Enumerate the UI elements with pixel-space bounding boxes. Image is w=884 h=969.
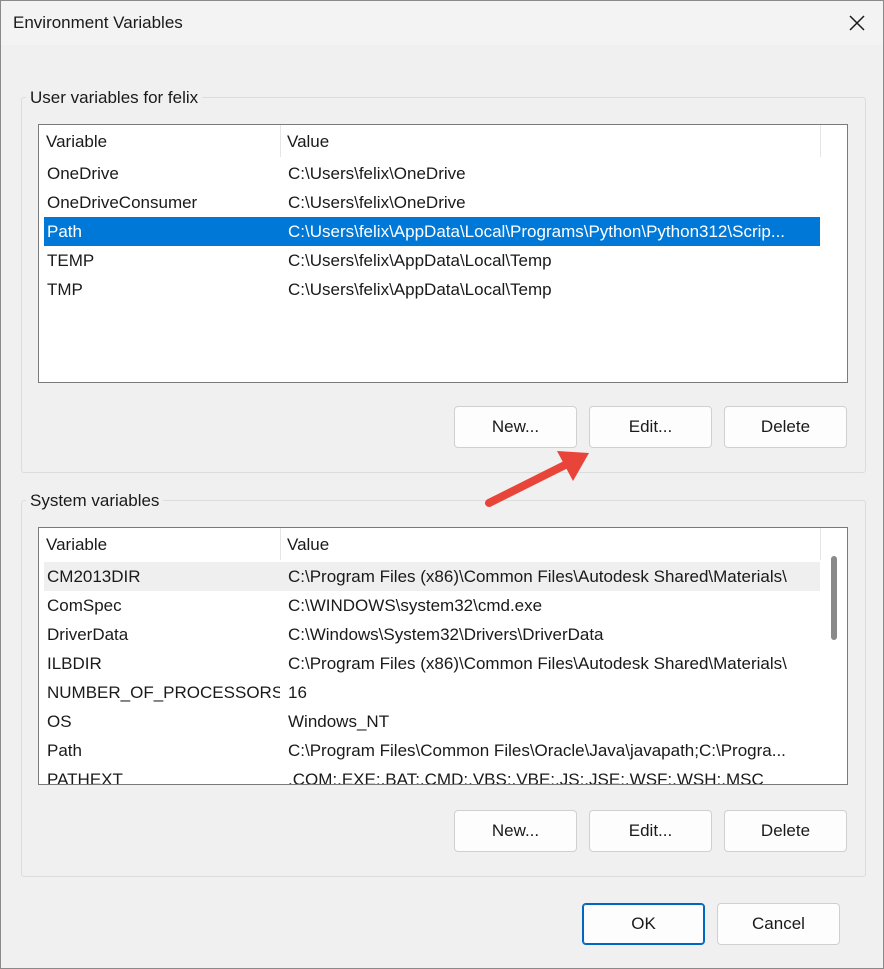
value-cell: C:\WINDOWS\system32\cmd.exe: [288, 596, 543, 615]
table-row[interactable]: Path C:\Program Files\Common Files\Oracle…: [44, 736, 820, 765]
table-row[interactable]: ILBDIR C:\Program Files (x86)\Common File…: [44, 649, 820, 678]
variable-cell: OS: [47, 712, 72, 731]
variable-cell: ILBDIR: [47, 654, 102, 673]
variable-cell: OneDrive: [47, 164, 119, 183]
list-header: Variable Value: [39, 528, 847, 560]
table-row[interactable]: PATHEXT .COM;.EXE;.BAT;.CMD;.VBS;.VBE;.JS…: [44, 765, 820, 785]
list-header: Variable Value: [39, 125, 847, 157]
close-icon: [849, 15, 865, 31]
column-header-value[interactable]: Value: [280, 125, 820, 157]
system-variables-list[interactable]: Variable Value CM2013DIR C:\Program Files…: [38, 527, 848, 785]
variable-cell: ComSpec: [47, 596, 122, 615]
table-row[interactable]: DriverData C:\Windows\System32\Drivers\Dr…: [44, 620, 820, 649]
variable-cell: OneDriveConsumer: [47, 193, 198, 212]
value-cell: C:\Users\felix\AppData\Local\Programs\Py…: [288, 222, 786, 241]
system-delete-button[interactable]: Delete: [724, 810, 847, 852]
window-title: Environment Variables: [13, 13, 183, 32]
column-header-variable[interactable]: Variable: [39, 125, 280, 157]
value-cell: C:\Windows\System32\Drivers\DriverData: [288, 625, 604, 644]
value-cell: C:\Users\felix\AppData\Local\Temp: [288, 251, 552, 270]
close-button[interactable]: [841, 7, 873, 39]
variable-cell: TEMP: [47, 251, 95, 270]
table-row[interactable]: CM2013DIR C:\Program Files (x86)\Common F…: [44, 562, 820, 591]
user-delete-button[interactable]: Delete: [724, 406, 847, 448]
table-row[interactable]: OneDrive C:\Users\felix\OneDrive: [44, 159, 820, 188]
cancel-button[interactable]: Cancel: [717, 903, 840, 945]
table-row[interactable]: OneDriveConsumer C:\Users\felix\OneDrive: [44, 188, 820, 217]
variable-cell: DriverData: [47, 625, 129, 644]
value-cell: Windows_NT: [288, 712, 390, 731]
value-cell: C:\Program Files (x86)\Common Files\Auto…: [288, 654, 787, 673]
value-cell: C:\Users\felix\AppData\Local\Temp: [288, 280, 552, 299]
user-edit-button[interactable]: Edit...: [589, 406, 712, 448]
value-cell: C:\Program Files\Common Files\Oracle\Jav…: [288, 741, 786, 760]
value-cell: C:\Program Files (x86)\Common Files\Auto…: [288, 567, 787, 586]
title-bar: Environment Variables: [1, 1, 883, 45]
variable-cell: PATHEXT: [47, 770, 123, 785]
table-row[interactable]: NUMBER_OF_PROCESSORS 16: [44, 678, 820, 707]
column-header-value[interactable]: Value: [280, 528, 820, 560]
table-row[interactable]: OS Windows_NT: [44, 707, 820, 736]
variable-cell: Path: [47, 222, 82, 241]
variable-cell: Path: [47, 741, 82, 760]
value-cell: C:\Users\felix\OneDrive: [288, 164, 466, 183]
user-variables-label: User variables for felix: [26, 88, 203, 108]
user-variables-list[interactable]: Variable Value OneDrive C:\Users\felix\On…: [38, 124, 848, 383]
user-new-button[interactable]: New...: [454, 406, 577, 448]
value-cell: .COM;.EXE;.BAT;.CMD;.VBS;.VBE;.JS;.JSE;.…: [288, 770, 764, 785]
value-cell: 16: [288, 683, 307, 702]
environment-variables-dialog: Environment Variables User variables for…: [0, 0, 884, 969]
ok-button[interactable]: OK: [582, 903, 705, 945]
system-variables-label: System variables: [26, 491, 164, 511]
table-row[interactable]: TMP C:\Users\felix\AppData\Local\Temp: [44, 275, 820, 304]
system-edit-button[interactable]: Edit...: [589, 810, 712, 852]
system-new-button[interactable]: New...: [454, 810, 577, 852]
variable-cell: TMP: [47, 280, 83, 299]
table-row[interactable]: ComSpec C:\WINDOWS\system32\cmd.exe: [44, 591, 820, 620]
column-header-variable[interactable]: Variable: [39, 528, 280, 560]
vertical-scrollbar[interactable]: [831, 556, 837, 640]
variable-cell: NUMBER_OF_PROCESSORS: [47, 683, 280, 702]
value-cell: C:\Users\felix\OneDrive: [288, 193, 466, 212]
table-row[interactable]: TEMP C:\Users\felix\AppData\Local\Temp: [44, 246, 820, 275]
table-row[interactable]: Path C:\Users\felix\AppData\Local\Program…: [44, 217, 820, 246]
variable-cell: CM2013DIR: [47, 567, 141, 586]
